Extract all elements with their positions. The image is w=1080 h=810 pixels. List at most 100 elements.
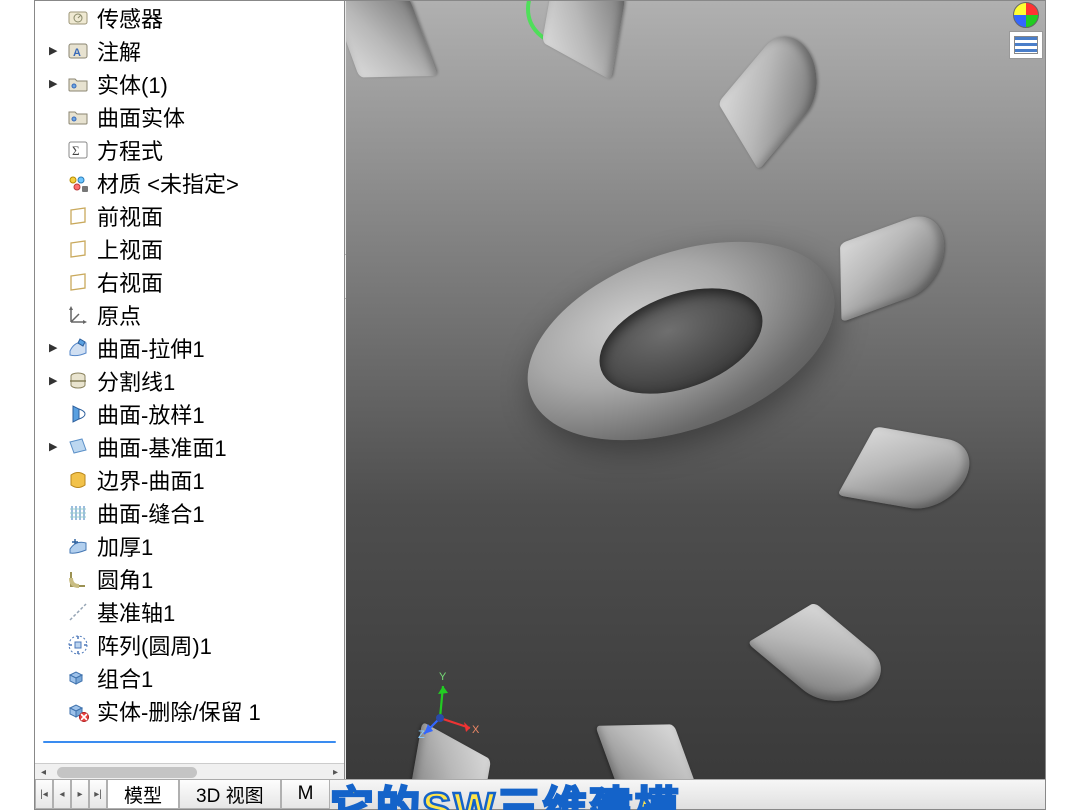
feature-tree-panel[interactable]: 传感器 ▶ A 注解 ▶ 实体(1)曲面实体 Σ 方程式材质 <未指定>前视面上视面右视面原点… (35, 1, 345, 780)
scroll-thumb[interactable] (57, 767, 197, 778)
triad-y-label: Y (439, 671, 447, 683)
plane-icon (67, 205, 89, 227)
triad-x-label: X (472, 724, 480, 736)
tree-item-label: 实体-删除/保留 1 (97, 695, 261, 727)
folder-icon (67, 73, 89, 95)
expand-toggle-icon[interactable]: ▶ (49, 376, 59, 386)
tree-item-label: 材质 <未指定> (97, 167, 239, 199)
tree-item-16[interactable]: 加厚1 (35, 529, 344, 562)
tree-item-label: 曲面-拉伸1 (97, 332, 205, 364)
tree-item-18[interactable]: 基准轴1 (35, 595, 344, 628)
display-pane-icon[interactable] (1009, 31, 1043, 59)
slice-icon (67, 370, 89, 392)
tree-item-7[interactable]: 上视面 (35, 232, 344, 265)
axis-icon (67, 601, 89, 623)
tree-item-label: 圆角1 (97, 563, 153, 595)
pattern-icon (67, 634, 89, 656)
combine-icon (67, 667, 89, 689)
tree-item-label: 加厚1 (97, 530, 153, 562)
tree-item-label: 注解 (97, 35, 141, 67)
tree-item-11[interactable]: ▶ 分割线1 (35, 364, 344, 397)
tree-item-14[interactable]: 边界-曲面1 (35, 463, 344, 496)
tab-label: M (298, 783, 314, 805)
tab-nav-last[interactable]: ▸| (89, 780, 107, 809)
tree-item-12[interactable]: 曲面-放样1 (35, 397, 344, 430)
tree-item-label: 上视面 (97, 233, 163, 265)
tree-item-label: 前视面 (97, 200, 163, 232)
svg-text:Σ: Σ (72, 143, 80, 158)
tab-nav-prev[interactable]: ◂ (53, 780, 71, 809)
tree-item-label: 曲面-放样1 (97, 398, 205, 430)
expand-toggle-icon[interactable]: ▶ (49, 46, 59, 56)
tree-item-4[interactable]: Σ 方程式 (35, 133, 344, 166)
tab-nav-buttons: |◂ ◂ ▸ ▸| (35, 780, 107, 809)
tab-nav-next[interactable]: ▸ (71, 780, 89, 809)
tree-item-20[interactable]: 组合1 (35, 661, 344, 694)
folder-icon (67, 106, 89, 128)
appearance-ball-icon[interactable] (1013, 2, 1039, 28)
plane-icon (67, 271, 89, 293)
tree-item-label: 曲面实体 (97, 101, 185, 133)
tree-item-2[interactable]: ▶ 实体(1) (35, 67, 344, 100)
scroll-right-button[interactable]: ▸ (327, 764, 344, 780)
graphics-viewport[interactable]: X Y Z (346, 1, 1045, 780)
expand-toggle-icon[interactable]: ▶ (49, 442, 59, 452)
tree-item-label: 阵列(圆周)1 (97, 629, 212, 661)
plane-icon (67, 238, 89, 260)
tab-label: 模型 (124, 781, 162, 808)
scroll-left-button[interactable]: ◂ (35, 764, 52, 780)
orientation-triad[interactable]: X Y Z (416, 670, 486, 740)
tree-item-9[interactable]: 原点 (35, 298, 344, 331)
fillet-icon (67, 568, 89, 590)
svg-text:A: A (73, 47, 81, 59)
tab-0[interactable]: 模型 (107, 780, 179, 809)
origin-icon (67, 304, 89, 326)
expand-toggle-icon[interactable]: ▶ (49, 79, 59, 89)
tree-item-label: 边界-曲面1 (97, 464, 205, 496)
tree-item-label: 分割线1 (97, 365, 175, 397)
tree-item-label: 曲面-缝合1 (97, 497, 205, 529)
tree-item-13[interactable]: ▶ 曲面-基准面1 (35, 430, 344, 463)
tab-label: 3D 视图 (196, 781, 264, 808)
tree-item-6[interactable]: 前视面 (35, 199, 344, 232)
thicken-icon (67, 535, 89, 557)
loft-icon (67, 403, 89, 425)
tree-item-15[interactable]: 曲面-缝合1 (35, 496, 344, 529)
app-window: 传感器 ▶ A 注解 ▶ 实体(1)曲面实体 Σ 方程式材质 <未指定>前视面上视面右视面原点… (34, 0, 1046, 810)
tab-1[interactable]: 3D 视图 (179, 780, 281, 809)
tree-selection-underline (43, 741, 336, 743)
tree-item-label: 方程式 (97, 134, 163, 166)
tree-item-19[interactable]: 阵列(圆周)1 (35, 628, 344, 661)
material-icon (67, 172, 89, 194)
tree-item-21[interactable]: 实体-删除/保留 1 (35, 694, 344, 727)
tab-2[interactable]: M (281, 780, 331, 809)
tree-item-label: 组合1 (97, 662, 153, 694)
tab-nav-first[interactable]: |◂ (35, 780, 53, 809)
tree-item-10[interactable]: ▶ 曲面-拉伸1 (35, 331, 344, 364)
tree-scrollbar-horizontal[interactable]: ◂ ▸ (35, 763, 344, 780)
sensor-icon (67, 7, 89, 29)
tree-item-0[interactable]: 传感器 (35, 1, 344, 34)
plane2-icon (67, 436, 89, 458)
triad-z-label: Z (418, 729, 425, 740)
surf-icon (67, 337, 89, 359)
tree-item-label: 实体(1) (97, 68, 168, 100)
boundary-icon (67, 469, 89, 491)
bottom-tabs: |◂ ◂ ▸ ▸| 模型 3D 视图 M (35, 779, 1045, 809)
expand-toggle-icon[interactable]: ▶ (49, 343, 59, 353)
tree-item-label: 曲面-基准面1 (97, 431, 227, 463)
tree-item-label: 原点 (97, 299, 141, 331)
knit-icon (67, 502, 89, 524)
tree-item-17[interactable]: 圆角1 (35, 562, 344, 595)
tree-item-label: 右视面 (97, 266, 163, 298)
model-impeller (346, 1, 1045, 699)
tree-item-label: 基准轴1 (97, 596, 175, 628)
delete-icon (67, 700, 89, 722)
annot-icon: A (67, 40, 89, 62)
sigma-icon: Σ (67, 139, 89, 161)
tree-item-5[interactable]: 材质 <未指定> (35, 166, 344, 199)
tree-item-label: 传感器 (97, 2, 163, 34)
tree-item-3[interactable]: 曲面实体 (35, 100, 344, 133)
tree-item-8[interactable]: 右视面 (35, 265, 344, 298)
tree-item-1[interactable]: ▶ A 注解 (35, 34, 344, 67)
